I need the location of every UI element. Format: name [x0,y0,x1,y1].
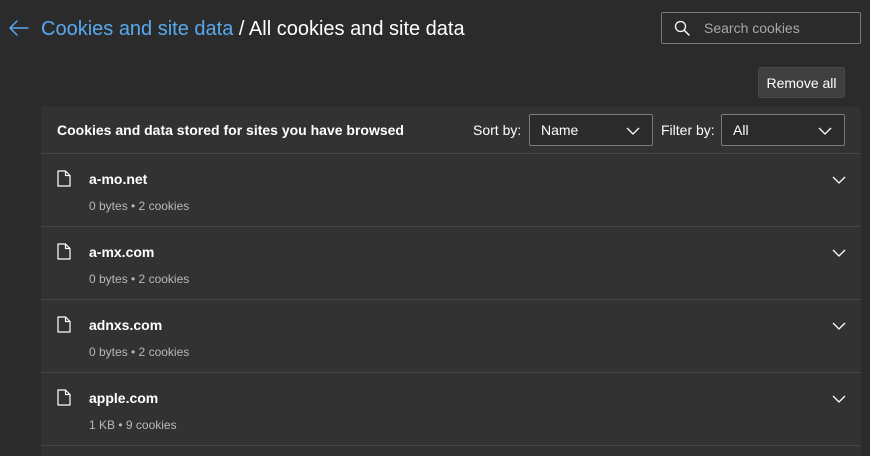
search-icon [674,20,690,36]
site-row[interactable]: adnxs.com 0 bytes • 2 cookies [41,300,861,373]
page-title: Cookies and site data / All cookies and … [41,16,465,42]
chevron-down-icon [818,124,832,138]
cookies-panel: Cookies and data stored for sites you ha… [41,106,861,456]
site-name: a-mx.com [89,244,155,260]
chevron-down-icon [626,124,640,138]
panel-header: Cookies and data stored for sites you ha… [41,106,861,154]
sort-by-value: Name [541,122,579,138]
breadcrumb-parent-link[interactable]: Cookies and site data [41,18,233,40]
search-input[interactable] [704,20,854,36]
back-button[interactable] [6,14,32,42]
filter-by-value: All [733,122,749,138]
breadcrumb-separator: / [233,18,249,40]
sort-by-label: Sort by: [473,122,522,138]
site-name: a-mo.net [89,171,148,187]
page-header: Cookies and site data / All cookies and … [0,0,870,60]
site-meta: 0 bytes • 2 cookies [89,272,190,286]
site-meta: 1 KB • 9 cookies [89,418,177,432]
file-icon [57,316,73,334]
site-name: apple.com [89,390,159,406]
chevron-down-icon[interactable] [831,172,847,188]
site-row[interactable]: a-mo.net 0 bytes • 2 cookies [41,154,861,227]
file-icon [57,170,73,188]
file-icon [57,243,73,261]
back-arrow-icon [9,20,29,36]
remove-all-button[interactable]: Remove all [758,67,845,98]
filter-by-label: Filter by: [661,122,715,138]
filter-by-dropdown[interactable]: All [721,114,845,146]
chevron-down-icon[interactable] [831,318,847,334]
site-row[interactable]: apple.com 1 KB • 9 cookies [41,373,861,446]
site-row[interactable]: a-mx.com 0 bytes • 2 cookies [41,227,861,300]
sort-by-dropdown[interactable]: Name [529,114,653,146]
breadcrumb-current: All cookies and site data [248,18,465,40]
site-meta: 0 bytes • 2 cookies [89,199,190,213]
panel-title: Cookies and data stored for sites you ha… [57,122,404,138]
site-meta: 0 bytes • 2 cookies [89,345,190,359]
file-icon [57,389,73,407]
site-name: adnxs.com [89,317,163,333]
chevron-down-icon[interactable] [831,245,847,261]
chevron-down-icon[interactable] [831,391,847,407]
search-box[interactable] [661,12,861,44]
